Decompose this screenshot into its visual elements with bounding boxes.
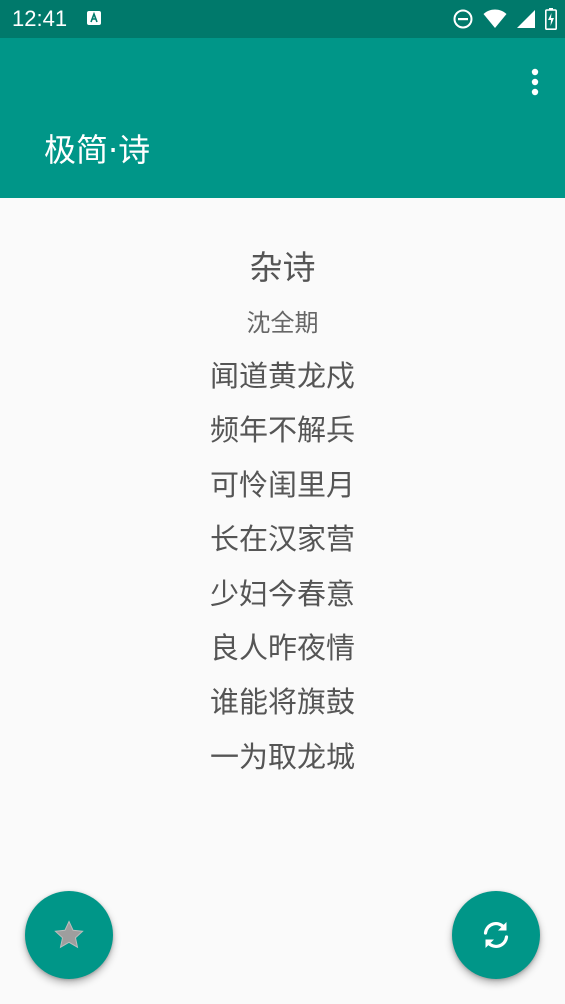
- refresh-icon: [483, 921, 509, 949]
- poem-line: 长在汉家营: [209, 522, 355, 556]
- poem-title: 杂诗: [249, 248, 316, 287]
- star-icon: [54, 920, 84, 949]
- poem-line: 良人昨夜情: [209, 631, 355, 665]
- poem-line: 频年不解兵: [209, 413, 355, 447]
- poem-line: 少妇今春意: [209, 577, 355, 611]
- poem-line: 闻道黄龙戍: [209, 359, 355, 393]
- overflow-menu-button[interactable]: [519, 60, 551, 104]
- wifi-icon: [483, 9, 507, 28]
- more-vert-icon: [531, 68, 539, 96]
- status-bar: 12:41: [0, 0, 565, 38]
- poem-line: 一为取龙城: [209, 740, 355, 774]
- favorite-button[interactable]: [25, 891, 113, 979]
- poem-line: 谁能将旗鼓: [209, 685, 355, 719]
- do-not-disturb-icon: [453, 9, 473, 29]
- status-time: 12:41: [12, 6, 68, 31]
- app-title: 极简·诗: [44, 131, 151, 169]
- app-bar: 极简·诗: [0, 38, 565, 198]
- app-notification-icon: [87, 11, 101, 25]
- poem-line: 可怜闺里月: [209, 468, 355, 502]
- cellular-signal-icon: [517, 10, 535, 28]
- battery-icon: [545, 8, 557, 30]
- poem-author: 沈全期: [246, 309, 319, 337]
- status-icons: [452, 8, 557, 30]
- refresh-button[interactable]: [452, 891, 540, 979]
